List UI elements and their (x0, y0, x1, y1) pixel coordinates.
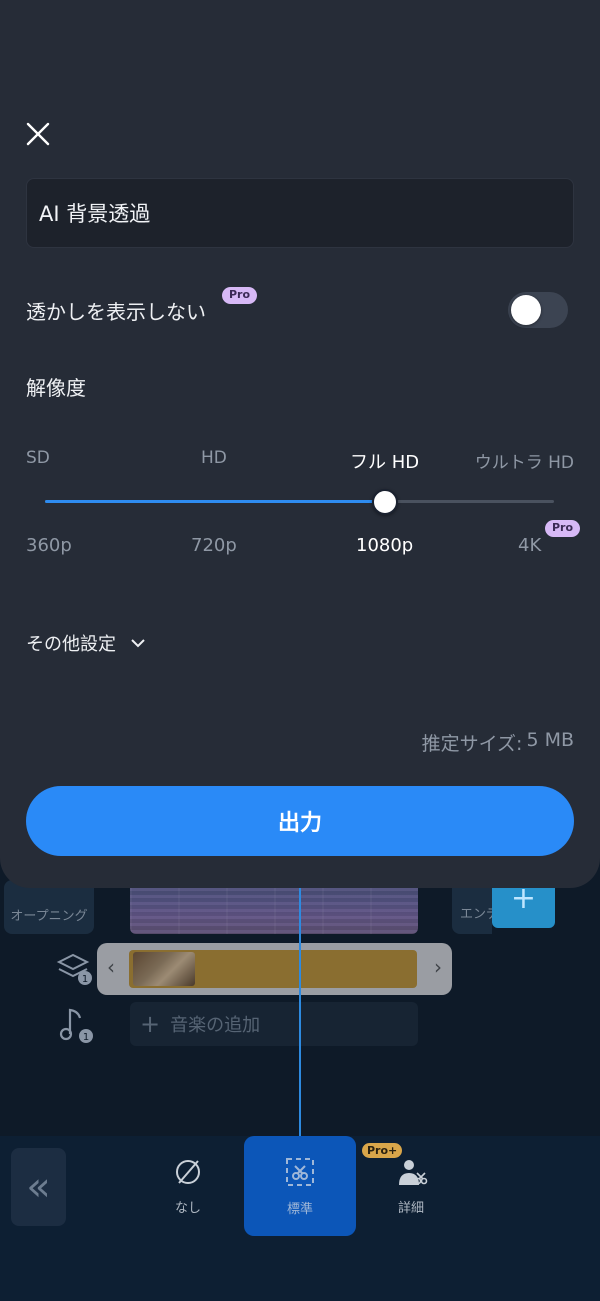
ending-button[interactable]: エンディ (452, 880, 511, 934)
more-settings-label: その他設定 (26, 634, 116, 655)
tool-standard[interactable]: 標準 (244, 1136, 356, 1236)
estimated-size-value: 5 MB (526, 729, 574, 751)
project-name-value: AI 背景透過 (39, 202, 151, 226)
watermark-toggle[interactable] (508, 292, 568, 328)
overlay-count: 1 (82, 974, 88, 985)
tool-none-label: なし (174, 1200, 201, 1216)
export-sheet: AI 背景透過 透かしを表示しない Pro 解像度 SD HD フル HD ウル… (0, 0, 600, 888)
plus-icon: + (510, 881, 537, 916)
estimated-size: 推定サイズ: 5 MB (422, 729, 574, 756)
plus-icon: + (140, 1010, 161, 1038)
chevron-left-icon[interactable]: ‹ (107, 957, 115, 977)
music-count: 1 (83, 1032, 89, 1043)
export-button[interactable]: 出力 (26, 786, 574, 856)
quality-label-sd[interactable]: SD (26, 448, 50, 468)
resolution-slider-thumb[interactable] (372, 489, 398, 515)
opening-label: オープニング (10, 909, 88, 924)
music-note-icon: 1 (59, 1008, 93, 1043)
tool-detail-label: 詳細 (397, 1200, 424, 1216)
close-icon[interactable] (24, 120, 52, 148)
resolution-label-720p[interactable]: 720p (191, 535, 237, 556)
add-music-label: 音楽の追加 (170, 1015, 261, 1036)
toggle-knob (511, 295, 541, 325)
export-button-label: 出力 (277, 811, 322, 836)
pro-badge: Pro (222, 287, 258, 304)
chevron-down-icon (131, 639, 145, 648)
tool-standard-label: 標準 (286, 1201, 313, 1217)
overlay-thumbnail (133, 952, 195, 986)
double-chevron-left-icon: « (26, 1164, 51, 1210)
tool-none[interactable]: なし (132, 1136, 244, 1236)
resolution-label-360p[interactable]: 360p (26, 535, 72, 556)
pro-plus-badge: Pro+ (362, 1143, 403, 1158)
quality-label-full-hd[interactable]: フル HD (350, 448, 419, 474)
collapse-button[interactable]: « (11, 1148, 66, 1226)
prohibited-icon (176, 1159, 200, 1184)
quality-label-hd[interactable]: HD (201, 448, 227, 468)
resolution-label-1080p[interactable]: 1080p (356, 535, 413, 556)
estimated-size-label: 推定サイズ: (421, 733, 523, 755)
overlay-clip[interactable]: ‹ › (97, 943, 452, 995)
project-name-field[interactable]: AI 背景透過 (26, 178, 574, 248)
resolution-slider-fill (45, 500, 385, 503)
cutout-select-icon (286, 1157, 314, 1186)
chevron-right-icon[interactable]: › (434, 957, 442, 977)
add-music-button[interactable]: + 音楽の追加 (130, 1002, 418, 1046)
quality-label-ultra-hd[interactable]: ウルトラ HD (475, 448, 574, 473)
person-cutout-icon (399, 1159, 428, 1185)
resolution-title: 解像度 (26, 376, 86, 400)
more-settings-toggle[interactable]: その他設定 (26, 630, 146, 656)
layers-icon: 1 (56, 953, 92, 985)
playhead[interactable] (299, 872, 301, 1140)
opening-button[interactable]: オープニング (4, 880, 94, 934)
watermark-label: 透かしを表示しない (26, 300, 206, 324)
resolution-label-4k[interactable]: 4K (518, 535, 541, 556)
pro-badge-4k: Pro (545, 520, 581, 537)
overlay-clip-body (129, 950, 417, 988)
